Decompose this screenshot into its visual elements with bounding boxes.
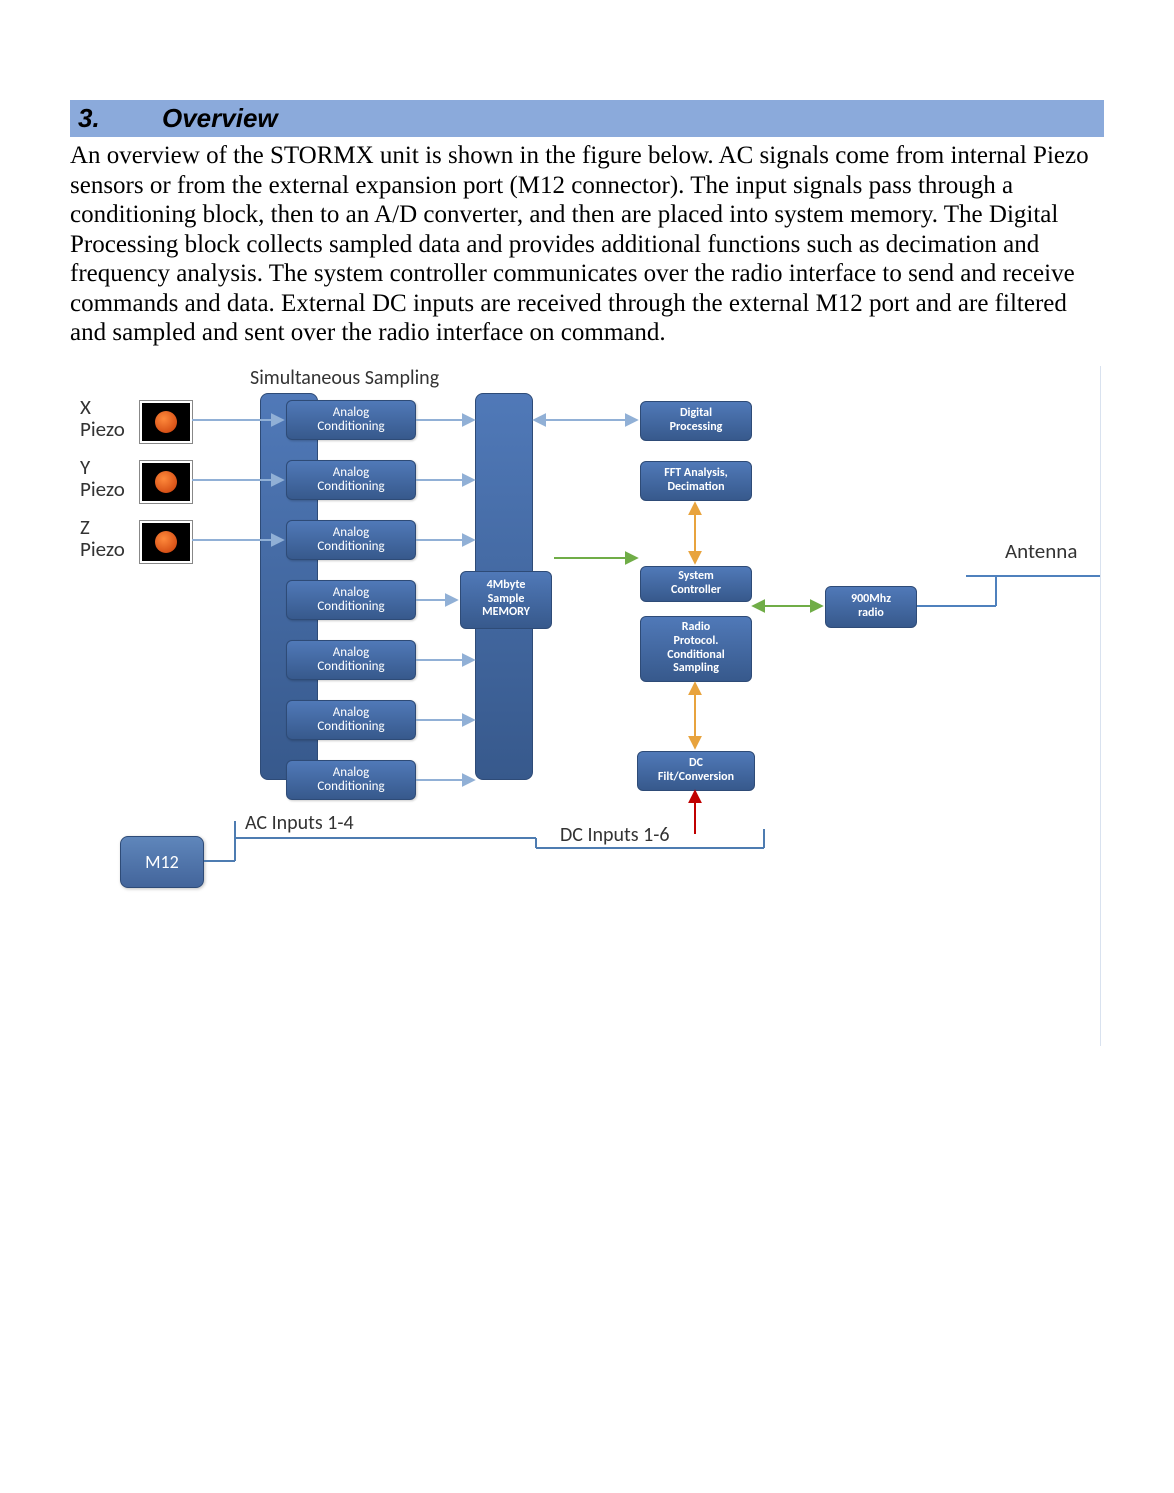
analog-conditioning-1: Analog Conditioning [286,400,416,440]
radio-900mhz: 900Mhz radio [825,586,917,628]
ac-line1: Analog [287,646,415,660]
ac-line2: Conditioning [287,540,415,554]
m12-connector: M12 [120,836,204,888]
sample-memory: 4Mbyte Sample MEMORY [460,571,552,629]
section-number: 3. [78,103,158,134]
radio-protocol: Radio Protocol. Conditional Sampling [640,616,752,682]
ac-line1: Analog [287,466,415,480]
simultaneous-sampling-label: Simultaneous Sampling [250,366,439,390]
fft-decimation: FFT Analysis, Decimation [640,461,752,501]
system-diagram: Simultaneous Sampling XPiezo YPiezo ZPie… [70,366,1101,1046]
dc-l1: DC [638,757,754,771]
sys-l1: System [641,570,751,583]
diagram-arrows [70,366,1100,1046]
z-piezo-label: ZPiezo [80,516,125,560]
rp-l1: Radio [641,621,751,635]
mem-l1: 4Mbyte [461,579,551,593]
mem-l2: Sample [461,593,551,607]
ac-inputs-label: AC Inputs 1-4 [245,811,354,835]
mem-l3: MEMORY [461,606,551,620]
fft-l2: Decimation [641,481,751,494]
analog-conditioning-6: Analog Conditioning [286,700,416,740]
radio-l2: radio [826,607,916,621]
dp-l1: Digital [641,407,751,420]
analog-conditioning-4: Analog Conditioning [286,580,416,620]
rp-l4: Sampling [641,662,751,676]
z-piezo-icon [140,521,192,563]
ac-line2: Conditioning [287,420,415,434]
analog-conditioning-7: Analog Conditioning [286,760,416,800]
y-piezo-icon [140,461,192,503]
system-controller: System Controller [640,566,752,602]
dc-l2: Filt/Conversion [638,771,754,785]
ac-line1: Analog [287,586,415,600]
fft-l1: FFT Analysis, [641,467,751,480]
analog-conditioning-5: Analog Conditioning [286,640,416,680]
sys-l2: Controller [641,584,751,597]
x-piezo-label: XPiezo [80,396,125,440]
antenna-label: Antenna [1005,538,1077,564]
rp-l2: Protocol. [641,635,751,649]
ac-line2: Conditioning [287,600,415,614]
dp-l2: Processing [641,421,751,434]
ac-line1: Analog [287,706,415,720]
x-piezo-icon [140,401,192,443]
dc-filter-conv: DC Filt/Conversion [637,751,755,791]
rp-l3: Conditional [641,649,751,663]
section-header: 3. Overview [70,100,1104,137]
section-title: Overview [162,103,278,133]
ac-line2: Conditioning [287,480,415,494]
digital-processing: Digital Processing [640,401,752,441]
ac-line2: Conditioning [287,780,415,794]
dc-inputs-label: DC Inputs 1-6 [560,823,670,847]
analog-conditioning-2: Analog Conditioning [286,460,416,500]
y-piezo-label: YPiezo [80,456,125,500]
ac-line2: Conditioning [287,660,415,674]
ac-line1: Analog [287,406,415,420]
ac-line1: Analog [287,526,415,540]
ac-line1: Analog [287,766,415,780]
radio-l1: 900Mhz [826,593,916,607]
ac-line2: Conditioning [287,720,415,734]
overview-paragraph: An overview of the STORMX unit is shown … [70,141,1104,348]
document-page: 3. Overview An overview of the STORMX un… [0,0,1174,1106]
analog-conditioning-3: Analog Conditioning [286,520,416,560]
